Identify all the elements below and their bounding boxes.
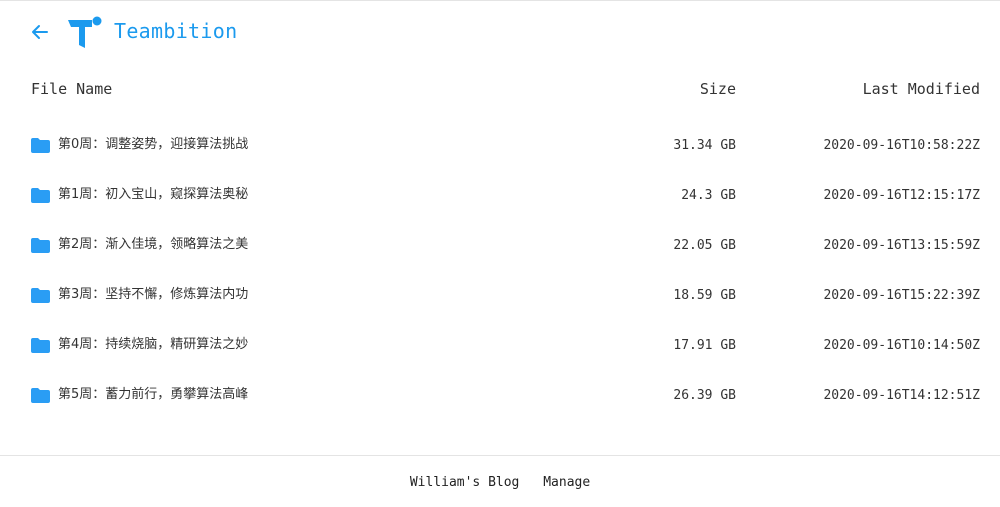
file-modified: 2020-09-16T15:22:39Z xyxy=(823,288,980,303)
footer-divider xyxy=(0,455,1000,456)
file-name[interactable]: 第3周：坚持不懈，修炼算法内功 xyxy=(58,286,248,304)
file-size: 26.39 GB xyxy=(673,388,736,403)
file-name[interactable]: 第0周：调整姿势，迎接算法挑战 xyxy=(58,136,248,154)
arrow-left-icon[interactable] xyxy=(28,20,52,44)
top-divider xyxy=(0,0,1000,1)
file-modified: 2020-09-16T12:15:17Z xyxy=(823,188,980,203)
file-size: 18.59 GB xyxy=(673,288,736,303)
folder-icon xyxy=(31,288,50,303)
file-row[interactable]: 第2周：渐入佳境，领略算法之美 22.05 GB 2020-09-16T13:1… xyxy=(0,220,1000,270)
file-list: 第0周：调整姿势，迎接算法挑战 31.34 GB 2020-09-16T10:5… xyxy=(0,120,1000,420)
file-modified: 2020-09-16T14:12:51Z xyxy=(823,388,980,403)
folder-icon xyxy=(31,238,50,253)
file-name[interactable]: 第5周：蓄力前行，勇攀算法高峰 xyxy=(58,386,248,404)
file-name[interactable]: 第2周：渐入佳境，领略算法之美 xyxy=(58,236,248,254)
file-size: 22.05 GB xyxy=(673,238,736,253)
manage-link[interactable]: Manage xyxy=(543,475,590,490)
file-row[interactable]: 第0周：调整姿势，迎接算法挑战 31.34 GB 2020-09-16T10:5… xyxy=(0,120,1000,170)
column-header-last-modified: Last Modified xyxy=(862,80,980,98)
file-name[interactable]: 第1周：初入宝山，窥探算法奥秘 xyxy=(58,186,248,204)
folder-icon xyxy=(31,338,50,353)
folder-icon xyxy=(31,388,50,403)
table-header: File Name Size Last Modified xyxy=(0,80,1000,100)
file-modified: 2020-09-16T13:15:59Z xyxy=(823,238,980,253)
file-row[interactable]: 第1周：初入宝山，窥探算法奥秘 24.3 GB 2020-09-16T12:15… xyxy=(0,170,1000,220)
folder-icon xyxy=(31,138,50,153)
folder-icon xyxy=(31,188,50,203)
file-name[interactable]: 第4周：持续烧脑，精研算法之妙 xyxy=(58,336,248,354)
blog-link[interactable]: William's Blog xyxy=(410,475,520,490)
column-header-size: Size xyxy=(699,80,736,98)
file-modified: 2020-09-16T10:58:22Z xyxy=(823,138,980,153)
file-size: 24.3 GB xyxy=(681,188,736,203)
file-row[interactable]: 第5周：蓄力前行，勇攀算法高峰 26.39 GB 2020-09-16T14:1… xyxy=(0,370,1000,420)
file-size: 31.34 GB xyxy=(673,138,736,153)
brand-name[interactable]: Teambition xyxy=(114,19,237,43)
teambition-logo-icon xyxy=(66,16,104,48)
file-row[interactable]: 第4周：持续烧脑，精研算法之妙 17.91 GB 2020-09-16T10:1… xyxy=(0,320,1000,370)
file-row[interactable]: 第3周：坚持不懈，修炼算法内功 18.59 GB 2020-09-16T15:2… xyxy=(0,270,1000,320)
header: Teambition xyxy=(0,14,1000,50)
file-size: 17.91 GB xyxy=(673,338,736,353)
file-modified: 2020-09-16T10:14:50Z xyxy=(823,338,980,353)
column-header-file-name: File Name xyxy=(31,80,113,98)
footer: William's Blog Manage xyxy=(0,474,1000,492)
